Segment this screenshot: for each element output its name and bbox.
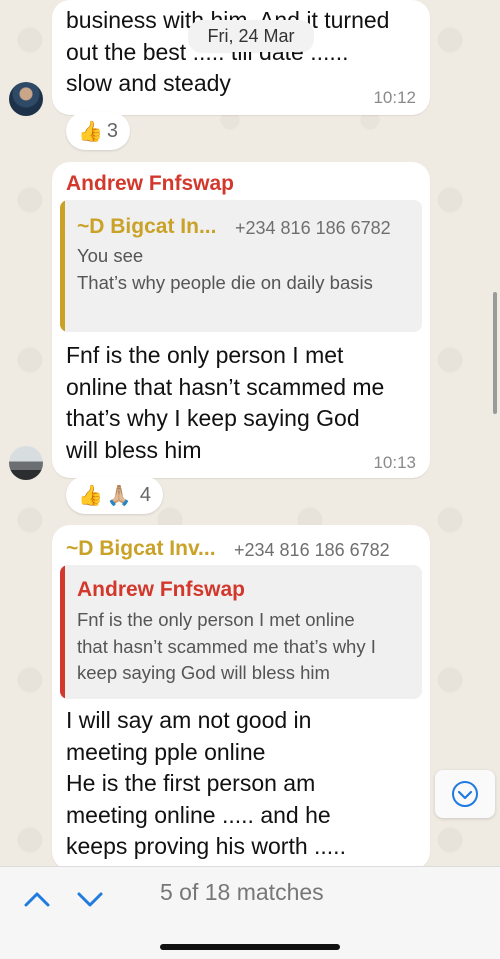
date-chip: Fri, 24 Mar — [188, 20, 314, 52]
thumbs-up-icon: 👍 — [78, 120, 103, 143]
sender-phone: +234 816 186 6782 — [234, 540, 390, 560]
chevron-down-icon[interactable] — [72, 881, 108, 917]
scrollbar-thumb[interactable] — [493, 292, 497, 414]
reaction-count: 4 — [139, 483, 151, 506]
avatar[interactable] — [9, 82, 43, 116]
reaction-pill[interactable]: 👍 3 — [66, 112, 131, 150]
reaction-pill[interactable]: 👍 🙏🏼 4 — [66, 476, 163, 514]
quote-bar — [60, 200, 65, 332]
thumbs-up-icon: 👍 — [78, 484, 103, 507]
quoted-message[interactable]: Andrew Fnfswap Fnf is the only person I … — [60, 565, 422, 699]
quote-sender: ~D Bigcat In... — [77, 215, 217, 238]
quote-sender: Andrew Fnfswap — [77, 578, 246, 601]
sender-name: ~D Bigcat Inv... — [66, 537, 216, 560]
quote-text: Fnf is the only person I met online that… — [77, 609, 376, 683]
reaction-count: 3 — [106, 119, 119, 142]
search-navigation-bar: 5 of 18 matches — [0, 866, 500, 959]
quote-phone: +234 816 186 6782 — [235, 218, 391, 238]
message-bubble[interactable]: ~D Bigcat Inv... +234 816 186 6782 Andre… — [52, 525, 430, 870]
sender-name: Andrew Fnfswap — [66, 172, 235, 195]
message-time: 10:13 — [373, 453, 416, 472]
message-bubble[interactable]: Andrew Fnfswap ~D Bigcat In... +234 816 … — [52, 162, 430, 478]
message-bubble[interactable]: business with him. And it turned out the… — [52, 0, 430, 115]
message-text: I will say am not good in meeting pple o… — [66, 707, 346, 859]
chevron-down-circle-icon — [452, 781, 478, 807]
chevron-up-icon[interactable] — [19, 881, 55, 917]
home-indicator — [160, 944, 340, 950]
quoted-message[interactable]: ~D Bigcat In... +234 816 186 6782 You se… — [60, 200, 422, 332]
match-count: 5 of 18 matches — [160, 879, 324, 905]
quote-bar — [60, 565, 65, 699]
praying-hands-icon: 🙏🏼 — [106, 484, 132, 507]
avatar[interactable] — [9, 446, 43, 480]
scroll-to-bottom-button[interactable] — [435, 770, 495, 818]
quote-text: You see That’s why people die on daily b… — [77, 245, 373, 293]
message-text: Fnf is the only person I met online that… — [66, 342, 385, 463]
message-time: 10:12 — [373, 88, 416, 107]
